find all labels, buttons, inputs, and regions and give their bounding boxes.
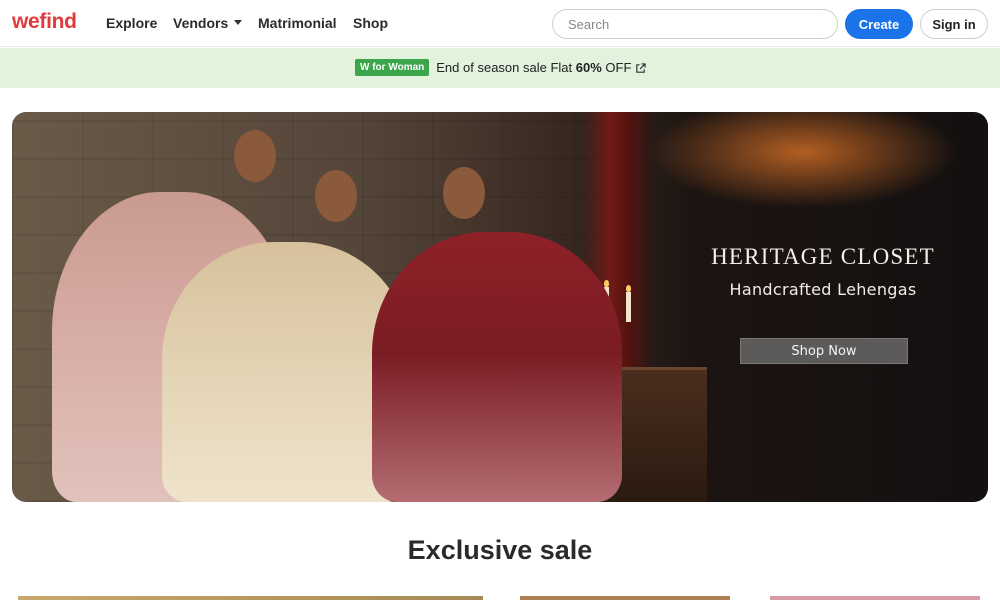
promo-banner: W for Woman End of season sale Flat 60% … — [0, 48, 1000, 88]
promo-text: End of season sale Flat 60% OFF — [436, 60, 631, 75]
nav-vendors[interactable]: Vendors — [173, 15, 243, 31]
search-input[interactable] — [552, 9, 838, 39]
top-header: wefind Explore Vendors Matrimonial Shop … — [0, 0, 1000, 47]
hero-subtitle: Handcrafted Lehengas — [729, 280, 917, 299]
nav-shop[interactable]: Shop — [353, 15, 388, 31]
hero-model-right — [372, 232, 622, 502]
hero-title: HERITAGE CLOSET — [711, 244, 935, 269]
chevron-down-icon — [234, 19, 243, 25]
sale-card-preview[interactable] — [520, 596, 730, 600]
nav-vendors-label: Vendors — [173, 15, 229, 31]
sign-in-button[interactable]: Sign in — [920, 9, 988, 39]
shop-now-button[interactable]: Shop Now — [740, 338, 908, 364]
hero-banner[interactable]: HERITAGE CLOSET Handcrafted Lehengas Sho… — [12, 112, 988, 502]
sale-card-preview[interactable] — [770, 596, 980, 600]
sale-card-preview[interactable] — [18, 596, 483, 600]
promo-text-before: End of season sale Flat — [436, 60, 576, 75]
promo-content[interactable]: W for Woman End of season sale Flat 60% … — [355, 59, 647, 76]
wefind-logo[interactable]: wefind — [12, 10, 77, 34]
promo-badge: W for Woman — [355, 59, 430, 76]
hero-model-head — [315, 170, 357, 222]
create-button[interactable]: Create — [845, 9, 913, 39]
promo-text-after: OFF — [601, 60, 632, 75]
nav-matrimonial[interactable]: Matrimonial — [258, 15, 337, 31]
promo-discount: 60% — [575, 60, 602, 75]
external-link-icon[interactable] — [635, 63, 647, 74]
hero-model-head — [234, 130, 276, 182]
nav-explore[interactable]: Explore — [106, 15, 157, 31]
candle — [626, 285, 631, 322]
section-title: Exclusive sale — [407, 535, 593, 565]
hero-model-head — [443, 167, 485, 219]
